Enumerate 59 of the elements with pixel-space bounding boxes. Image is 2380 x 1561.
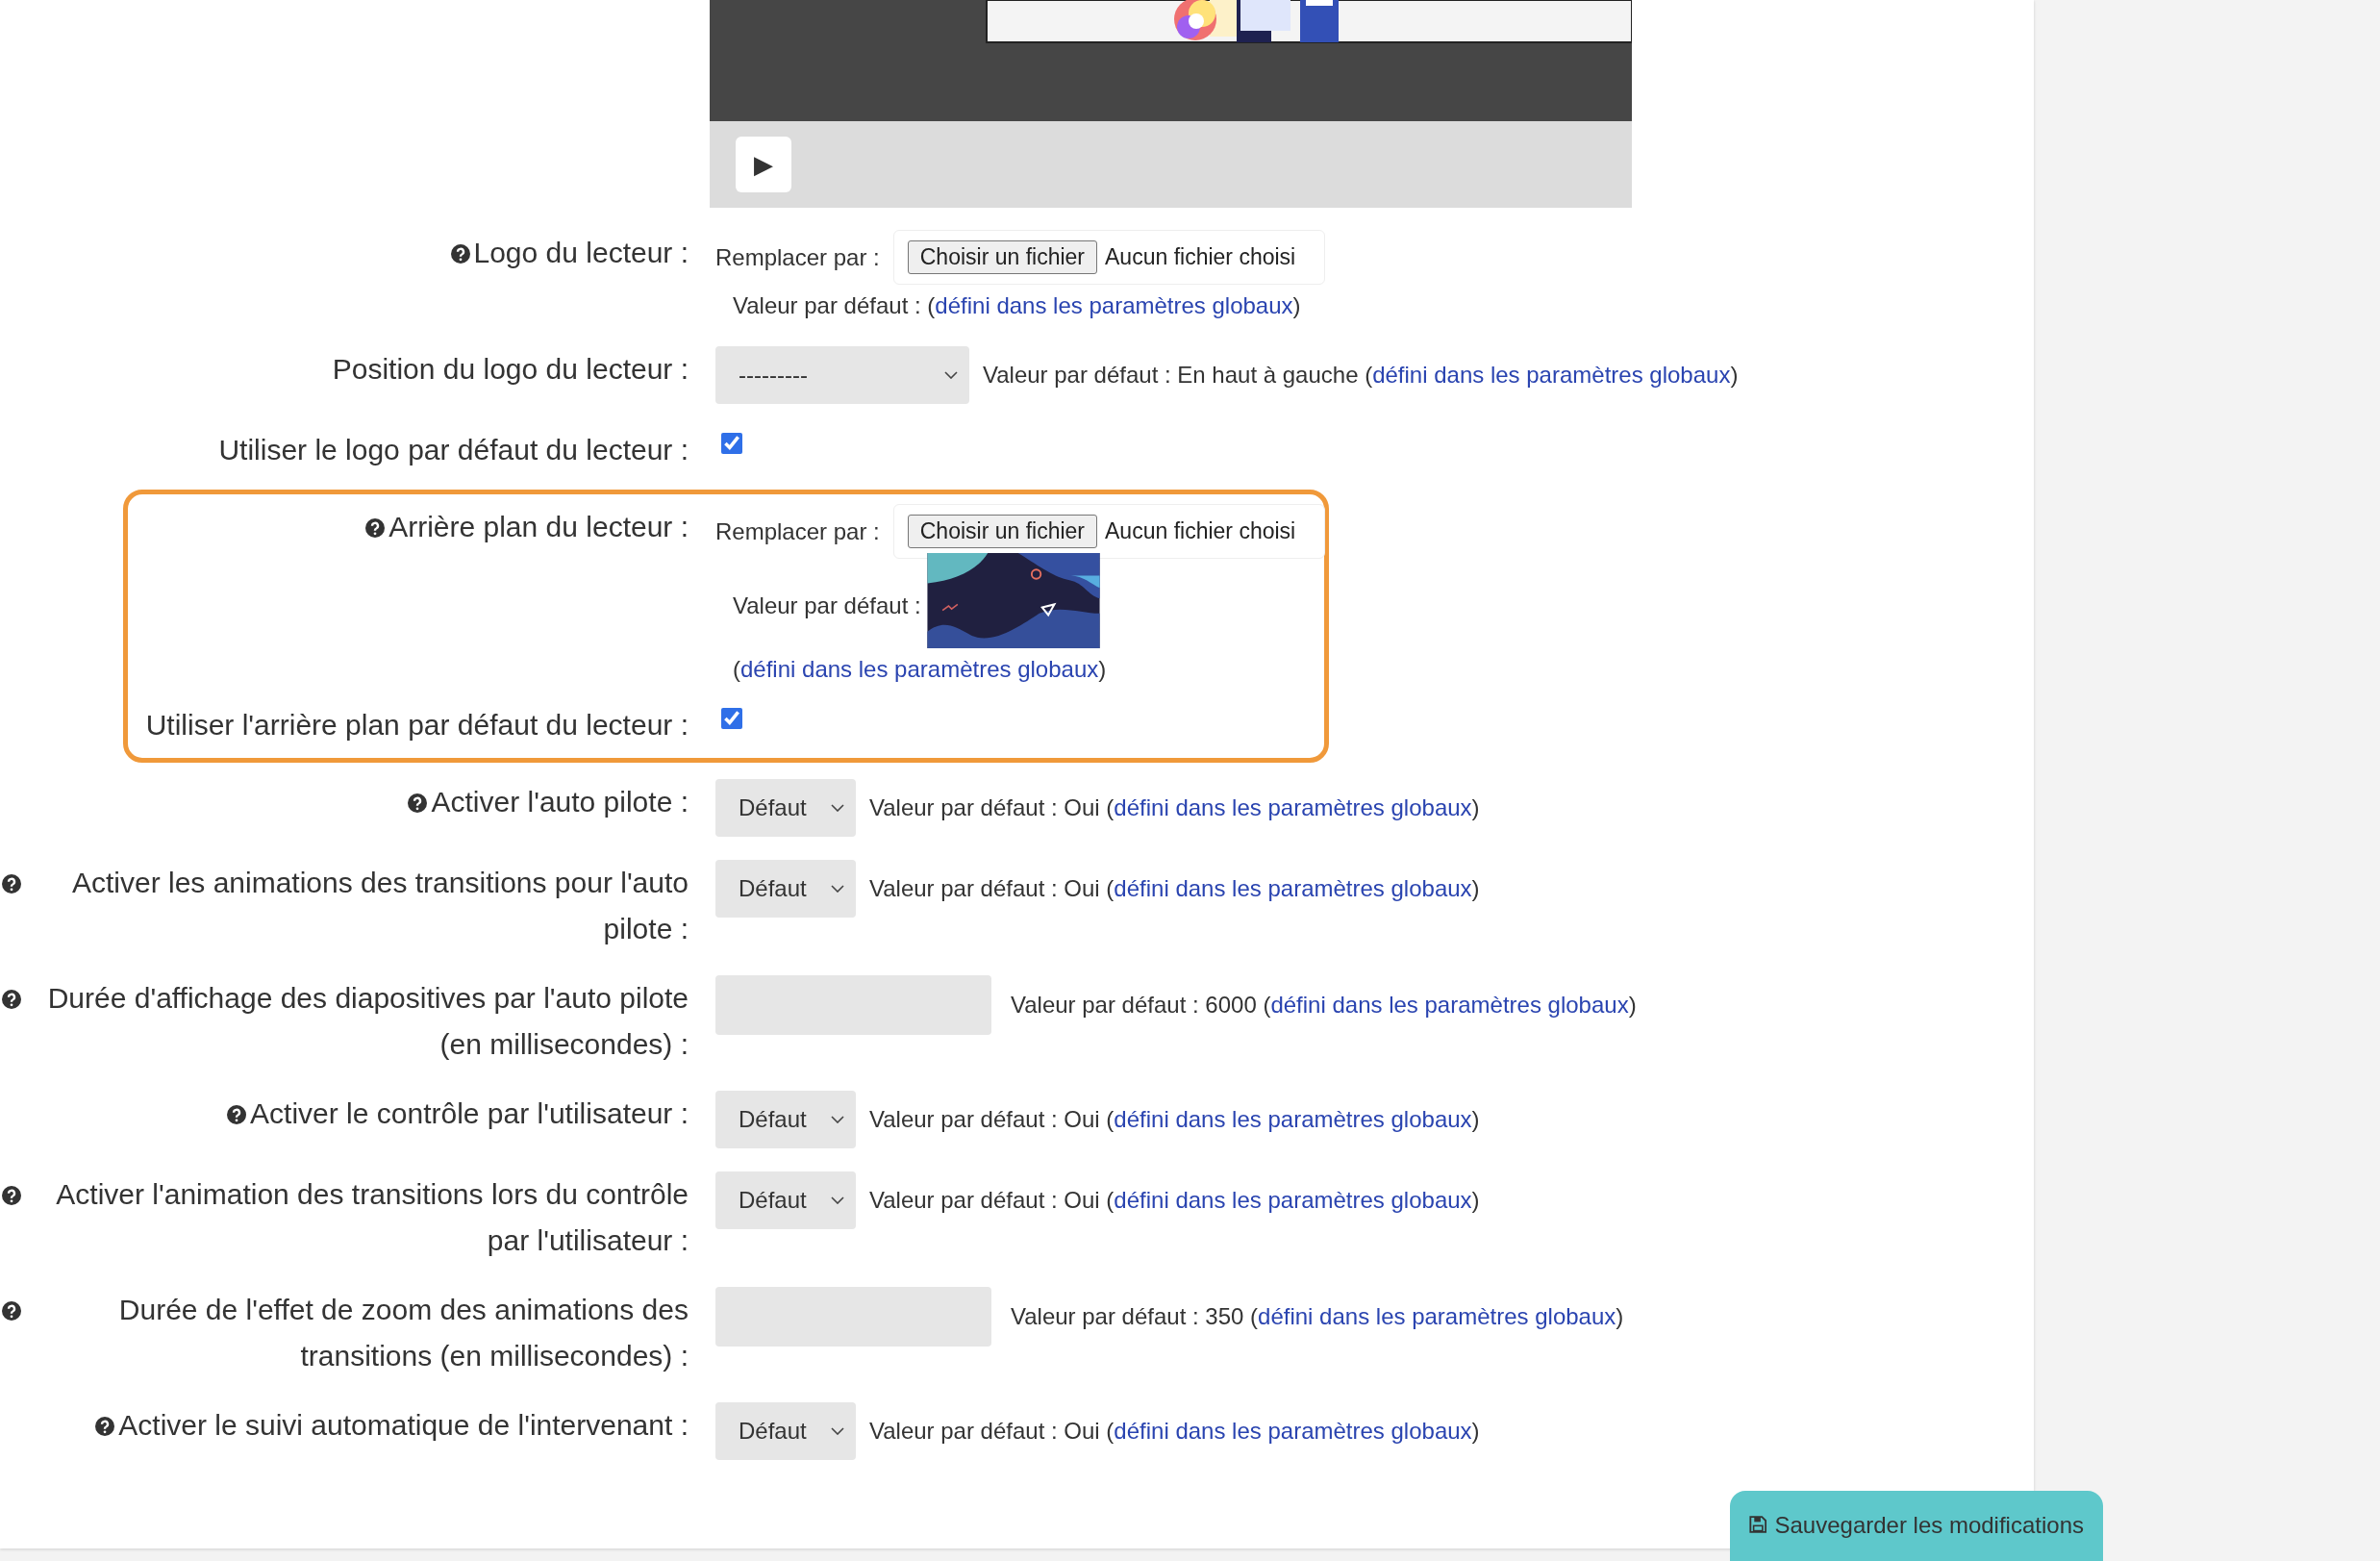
field-label: Utiliser l'arrière plan par défaut du lecteur :	[145, 708, 689, 743]
file-input[interactable]: Choisir un fichier Aucun fichier choisi	[892, 230, 1326, 285]
chevron-down-icon	[831, 885, 844, 893]
number-input[interactable]	[715, 1287, 991, 1347]
field-label: Activer les animations des transitions pour l'auto pilote :	[70, 866, 689, 946]
global-settings-link[interactable]: défini dans les paramètres globaux	[935, 292, 1293, 318]
file-status-text: Aucun fichier choisi	[1105, 518, 1296, 544]
checkbox[interactable]	[721, 433, 742, 454]
field-label: Utiliser le logo par défaut du lecteur :	[218, 433, 689, 467]
field-label: Logo du lecteur :	[473, 236, 689, 270]
number-input[interactable]	[715, 975, 991, 1035]
default-value-label: Valeur par défaut :	[733, 592, 921, 619]
select-field[interactable]: Défaut	[715, 1091, 856, 1148]
field-label: Durée de l'effet de zoom des animations des transitions (en millisecondes) :	[117, 1293, 689, 1373]
default-value-text: (défini dans les paramètres globaux)	[733, 656, 1107, 683]
default-value-text: Valeur par défaut : Oui (défini dans les paramètres globaux)	[869, 1106, 1480, 1133]
choose-file-button[interactable]: Choisir un fichier	[907, 240, 1098, 274]
field-label: Arrière plan du lecteur :	[388, 510, 689, 544]
default-value-text: Valeur par défaut : (défini dans les paramètres globaux)	[733, 292, 1301, 319]
global-settings-link[interactable]: défini dans les paramètres globaux	[1114, 875, 1472, 901]
select-field[interactable]: ---------	[715, 346, 969, 404]
default-value-text: Valeur par défaut : En haut à gauche (défini dans les paramètres globaux)	[983, 362, 1739, 389]
replace-label: Remplacer par :	[715, 517, 880, 545]
chevron-down-icon	[944, 371, 958, 379]
field-label: Position du logo du lecteur :	[332, 352, 689, 387]
global-settings-link[interactable]: défini dans les paramètres globaux	[1258, 1303, 1616, 1329]
play-button[interactable]: ▶	[736, 137, 791, 192]
global-settings-link[interactable]: défini dans les paramètres globaux	[1114, 1187, 1472, 1213]
default-value-text: Valeur par défaut : Oui (défini dans les paramètres globaux)	[869, 875, 1480, 902]
default-value-text: Valeur par défaut : 6000 (défini dans les paramètres globaux)	[1011, 992, 1637, 1019]
chevron-down-icon	[831, 1116, 844, 1123]
chevron-down-icon	[831, 1427, 844, 1435]
global-settings-link[interactable]: défini dans les paramètres globaux	[1270, 992, 1629, 1018]
field-label: Activer l'animation des transitions lors du contrôle par l'utilisateur :	[55, 1177, 689, 1258]
field-label: Durée d'affichage des diapositives par l'auto pilote (en millisecondes) :	[46, 981, 689, 1062]
field-label: Activer le suivi automatique de l'intervenant :	[118, 1408, 689, 1443]
global-settings-link[interactable]: défini dans les paramètres globaux	[1372, 362, 1731, 388]
default-value-text: Valeur par défaut : Oui (défini dans les paramètres globaux)	[869, 794, 1480, 821]
chevron-down-icon	[831, 1196, 844, 1204]
chevron-down-icon	[831, 804, 844, 812]
replace-label: Remplacer par :	[715, 243, 880, 271]
default-value-text: Valeur par défaut : 350 (défini dans les paramètres globaux)	[1011, 1303, 1624, 1330]
select-field[interactable]: Défaut	[715, 779, 856, 837]
global-settings-link[interactable]: défini dans les paramètres globaux	[1114, 794, 1472, 820]
global-settings-link[interactable]: défini dans les paramètres globaux	[1114, 1106, 1472, 1132]
file-status-text: Aucun fichier choisi	[1105, 244, 1296, 270]
global-settings-link[interactable]: défini dans les paramètres globaux	[740, 656, 1099, 682]
field-label: Activer l'auto pilote :	[431, 785, 689, 819]
choose-file-button[interactable]: Choisir un fichier	[907, 515, 1098, 548]
select-field[interactable]: Défaut	[715, 860, 856, 918]
default-value-text: Valeur par défaut : Oui (défini dans les paramètres globaux)	[869, 1187, 1480, 1214]
save-button[interactable]: Sauvegarder les modifications	[1730, 1491, 2103, 1561]
global-settings-link[interactable]: défini dans les paramètres globaux	[1114, 1418, 1472, 1444]
default-value-text: Valeur par défaut : Oui (défini dans les paramètres globaux)	[869, 1418, 1480, 1445]
select-field[interactable]: Défaut	[715, 1171, 856, 1229]
save-icon	[1749, 1515, 1767, 1534]
select-field[interactable]: Défaut	[715, 1402, 856, 1460]
checkbox[interactable]	[721, 708, 742, 729]
field-label: Activer le contrôle par l'utilisateur :	[250, 1096, 689, 1131]
